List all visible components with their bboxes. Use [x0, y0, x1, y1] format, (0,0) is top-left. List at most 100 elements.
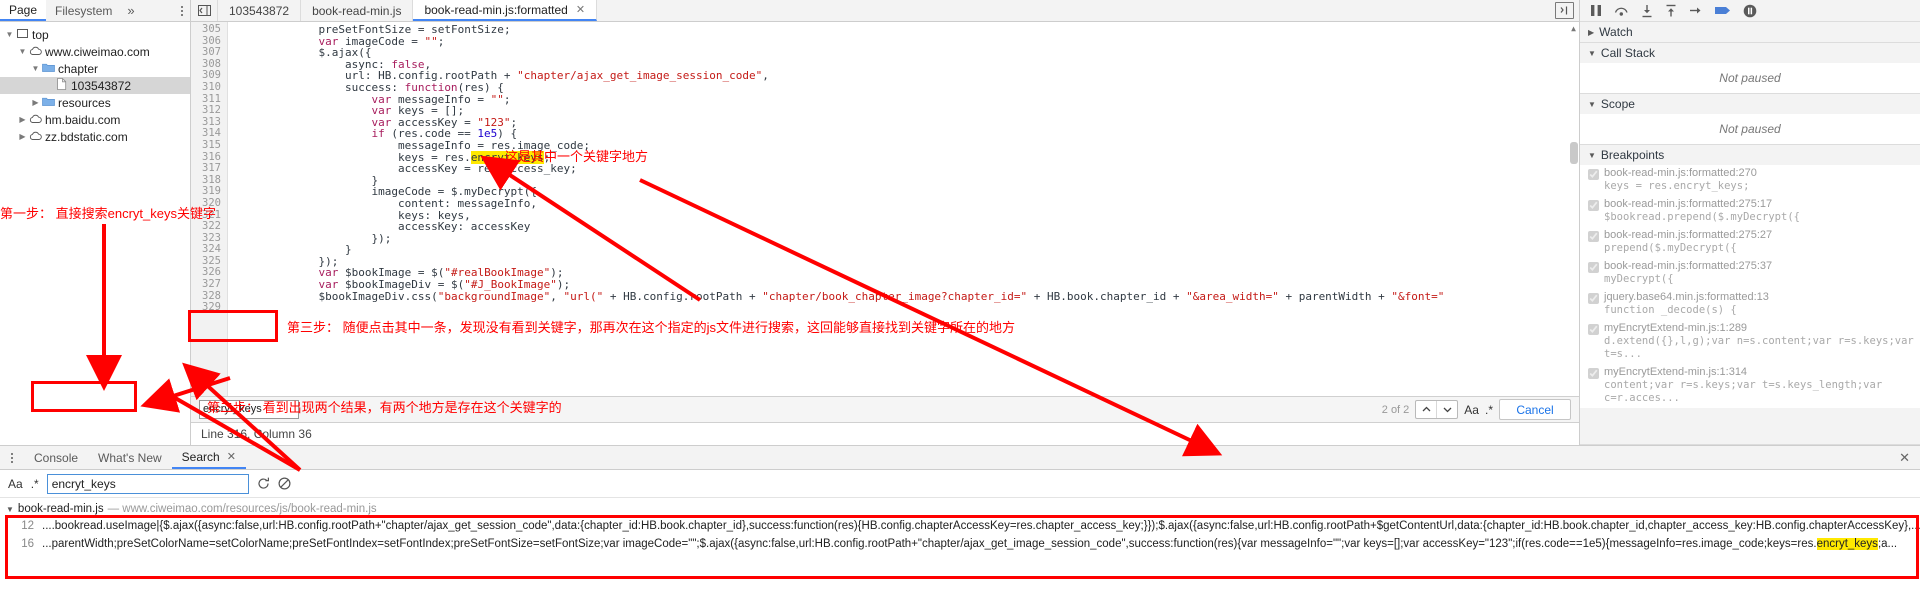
step-into-icon[interactable]	[1641, 4, 1653, 18]
chevron-right-icon[interactable]: ▶	[17, 132, 28, 141]
search-result-snippet: ....bookread.useImage|{$.ajax({async:fal…	[42, 520, 1920, 532]
tree-item-ciweimao[interactable]: ▼ www.ciweimao.com	[0, 43, 190, 60]
tree-item-zz-bdstatic[interactable]: ▶ zz.bdstatic.com	[0, 128, 190, 145]
editor-vertical-scrollbar[interactable]: ▲ ▼	[1568, 22, 1579, 422]
navigator-menu-icon[interactable]	[174, 0, 190, 21]
drawer-tab-strip: Console What's New Search ✕ ✕	[0, 446, 1920, 470]
search-result-row[interactable]: 12 ....bookread.useImage|{$.ajax({async:f…	[0, 517, 1920, 535]
deactivate-breakpoints-icon[interactable]	[1715, 4, 1731, 17]
tree-item-label: www.ciweimao.com	[45, 44, 150, 59]
drawer-tab-whats-new[interactable]: What's New	[88, 446, 172, 469]
breakpoint-item[interactable]: book-read-min.js:formatted:275:17 $bookre…	[1580, 196, 1920, 227]
find-cancel-button[interactable]: Cancel	[1499, 399, 1571, 420]
breakpoint-checkbox[interactable]	[1588, 231, 1599, 242]
chevron-down-icon[interactable]: ▼	[4, 30, 15, 39]
tree-item-top[interactable]: ▼ top	[0, 26, 190, 43]
navigator-tab-page[interactable]: Page	[0, 0, 47, 21]
navigator-more-tabs-icon[interactable]: »	[121, 0, 140, 21]
breakpoint-item[interactable]: myEncrytExtend-min.js:1:314 content;var r…	[1580, 364, 1920, 408]
navigator-tab-filesystem[interactable]: Filesystem	[46, 0, 121, 21]
breakpoint-checkbox[interactable]	[1588, 200, 1599, 211]
chevron-down-icon[interactable]: ▼	[1588, 151, 1596, 160]
breakpoints-section-header[interactable]: ▼ Breakpoints	[1580, 145, 1920, 165]
find-regex-button[interactable]: .*	[1485, 403, 1493, 417]
breakpoint-checkbox[interactable]	[1588, 262, 1599, 273]
close-icon[interactable]: ✕	[227, 450, 236, 463]
search-result-row[interactable]: 16 ...parentWidth;preSetColorName=setColo…	[0, 535, 1920, 553]
breakpoint-checkbox[interactable]	[1588, 368, 1599, 379]
editor-find-input[interactable]	[199, 400, 299, 419]
editor-tab-103543872[interactable]: 103543872	[218, 0, 302, 21]
step-icon[interactable]	[1689, 4, 1703, 17]
tree-item-hm-baidu[interactable]: ▶ hm.baidu.com	[0, 111, 190, 128]
close-icon[interactable]: ✕	[576, 3, 585, 16]
search-match-case-button[interactable]: Aa	[8, 477, 23, 491]
tree-item-chapter[interactable]: ▼ chapter	[0, 60, 190, 77]
code-line[interactable]: 317 accessKey = res.access_key;	[191, 163, 1568, 175]
search-result-file[interactable]: ▼ book-read-min.js — www.ciweimao.com/re…	[0, 502, 1920, 517]
tree-item-resources[interactable]: ▶ resources	[0, 94, 190, 111]
scope-section: ▼ Scope Not paused	[1580, 94, 1920, 145]
tree-item-103543872[interactable]: 103543872	[0, 77, 190, 94]
search-input[interactable]	[46, 473, 249, 494]
tree-item-label: hm.baidu.com	[45, 112, 121, 127]
tree-item-label: 103543872	[71, 78, 132, 93]
chevron-down-icon[interactable]: ▼	[17, 47, 28, 56]
chevron-right-icon[interactable]: ▶	[30, 98, 41, 107]
code-editor[interactable]: 305 preSetFontSize = setFontSize; 306 var…	[191, 22, 1579, 422]
find-match-case-button[interactable]: Aa	[1464, 403, 1479, 417]
watch-section-header[interactable]: ▶ Watch	[1580, 22, 1920, 42]
scroll-up-arrow-icon[interactable]: ▲	[1568, 22, 1579, 34]
breakpoint-item[interactable]: myEncrytExtend-min.js:1:289 d.extend({},l…	[1580, 320, 1920, 364]
line-number: 329	[202, 301, 221, 314]
code-line[interactable]: 322 accessKey: accessKey	[191, 220, 1568, 233]
scrollbar-thumb[interactable]	[1570, 142, 1578, 164]
editor-tab-book-read-min[interactable]: book-read-min.js	[301, 0, 414, 21]
breakpoint-item[interactable]: book-read-min.js:formatted:275:27 prepend…	[1580, 227, 1920, 258]
chevron-down-icon[interactable]: ▼	[1588, 49, 1596, 58]
find-next-button[interactable]	[1436, 401, 1457, 418]
breakpoint-item[interactable]: jquery.base64.min.js:formatted:13 functio…	[1580, 289, 1920, 320]
find-prev-button[interactable]	[1416, 401, 1436, 418]
chevron-down-icon[interactable]: ▼	[6, 505, 14, 514]
chevron-right-icon[interactable]: ▶	[1588, 28, 1594, 37]
call-stack-section-header[interactable]: ▼ Call Stack	[1580, 43, 1920, 63]
code-line[interactable]: 306 var imageCode = "";	[191, 35, 1568, 48]
breakpoint-checkbox[interactable]	[1588, 324, 1599, 335]
cloud-icon	[28, 45, 42, 59]
show-navigator-button[interactable]	[191, 0, 218, 21]
code-line[interactable]: 324 }	[191, 244, 1568, 256]
chevron-right-icon[interactable]: ▶	[17, 115, 28, 124]
pause-on-exceptions-icon[interactable]	[1743, 4, 1757, 18]
step-over-icon[interactable]	[1614, 4, 1629, 17]
tree-item-label: zz.bdstatic.com	[45, 129, 128, 144]
drawer-tab-console[interactable]: Console	[24, 446, 88, 469]
sources-panel: Page Filesystem » ▼ top ▼ www.ciweimao.c…	[0, 0, 1920, 445]
editor-tab-label: 103543872	[229, 3, 290, 18]
search-regex-button[interactable]: .*	[31, 477, 39, 491]
breakpoint-item[interactable]: book-read-min.js:formatted:275:37 myDecry…	[1580, 258, 1920, 289]
breakpoint-item[interactable]: book-read-min.js:formatted:270 keys = res…	[1580, 165, 1920, 196]
line-number: 310	[202, 80, 221, 93]
refresh-icon[interactable]	[257, 477, 270, 490]
breakpoint-checkbox[interactable]	[1588, 293, 1599, 304]
chevron-down-icon[interactable]: ▼	[1588, 100, 1596, 109]
editor-pane: 103543872 book-read-min.js book-read-min…	[191, 0, 1579, 445]
clear-icon[interactable]	[278, 477, 291, 490]
scope-section-header[interactable]: ▼ Scope	[1580, 94, 1920, 114]
editor-tab-strip: 103543872 book-read-min.js book-read-min…	[191, 0, 1579, 22]
drawer-menu-icon[interactable]	[0, 446, 24, 469]
step-out-icon[interactable]	[1665, 4, 1677, 18]
navigator-tab-page-label: Page	[9, 2, 38, 17]
code-line[interactable]: 329	[191, 302, 1568, 314]
show-debugger-sidebar-icon[interactable]	[1555, 2, 1574, 19]
code-line[interactable]: 323 });	[191, 232, 1568, 245]
drawer-panel: Console What's New Search ✕ ✕ Aa .* ▼ bo…	[0, 445, 1920, 598]
drawer-tab-search[interactable]: Search ✕	[171, 446, 246, 469]
breakpoint-checkbox[interactable]	[1588, 169, 1599, 180]
drawer-close-button[interactable]: ✕	[1889, 446, 1920, 469]
chevron-down-icon[interactable]: ▼	[30, 64, 41, 73]
code-line[interactable]: 328 $bookImageDiv.css("backgroundImage",…	[191, 290, 1568, 303]
pause-icon[interactable]	[1590, 4, 1602, 17]
editor-tab-book-read-min-formatted[interactable]: book-read-min.js:formatted ✕	[413, 0, 598, 21]
